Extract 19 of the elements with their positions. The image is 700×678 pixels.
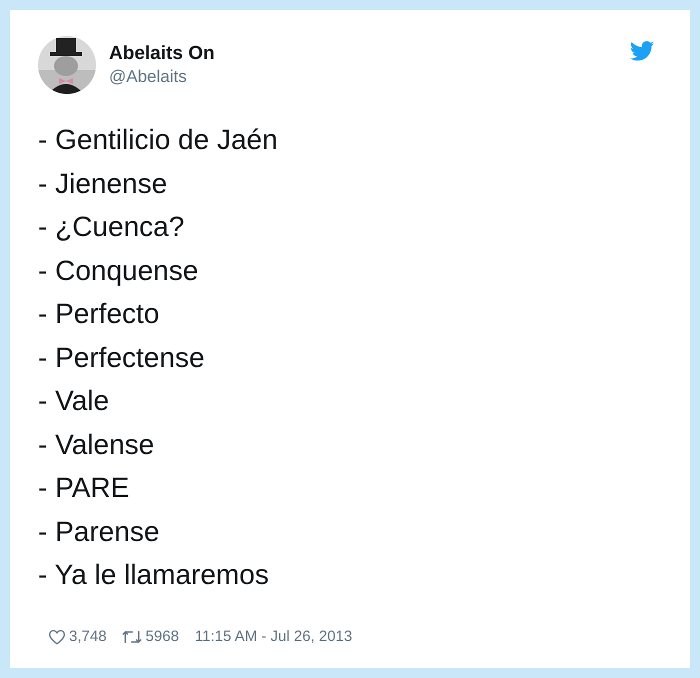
tweet-line: - Perfectense <box>38 340 206 374</box>
retweet-count: 5968 <box>146 626 179 646</box>
tweet-line: - Jienense <box>38 166 168 200</box>
tweet-line: - Parense <box>38 514 160 548</box>
like-count: 3,748 <box>69 626 107 646</box>
tweet-line: - PARE <box>38 471 130 505</box>
tweet-line: - Ya le llamaremos <box>38 558 270 592</box>
tweet-line: - Vale <box>38 384 110 418</box>
retweet-icon[interactable] <box>122 628 142 645</box>
tweet-line: - Valense <box>38 428 156 462</box>
heart-icon[interactable] <box>48 628 66 646</box>
bird-icon <box>630 41 654 61</box>
tweet-line: - Conquense <box>38 254 200 288</box>
tweet-timestamp: 11:15 AM - Jul 26, 2013 <box>194 626 352 646</box>
tweet-line: - Gentilicio de Jaén <box>38 123 279 157</box>
tweet-line: - Perfecto <box>38 297 160 331</box>
tweet-line: - ¿Cuenca? <box>38 210 186 244</box>
author-handle: @Abelaits <box>109 66 188 88</box>
author-name: Abelaits On <box>109 42 216 66</box>
